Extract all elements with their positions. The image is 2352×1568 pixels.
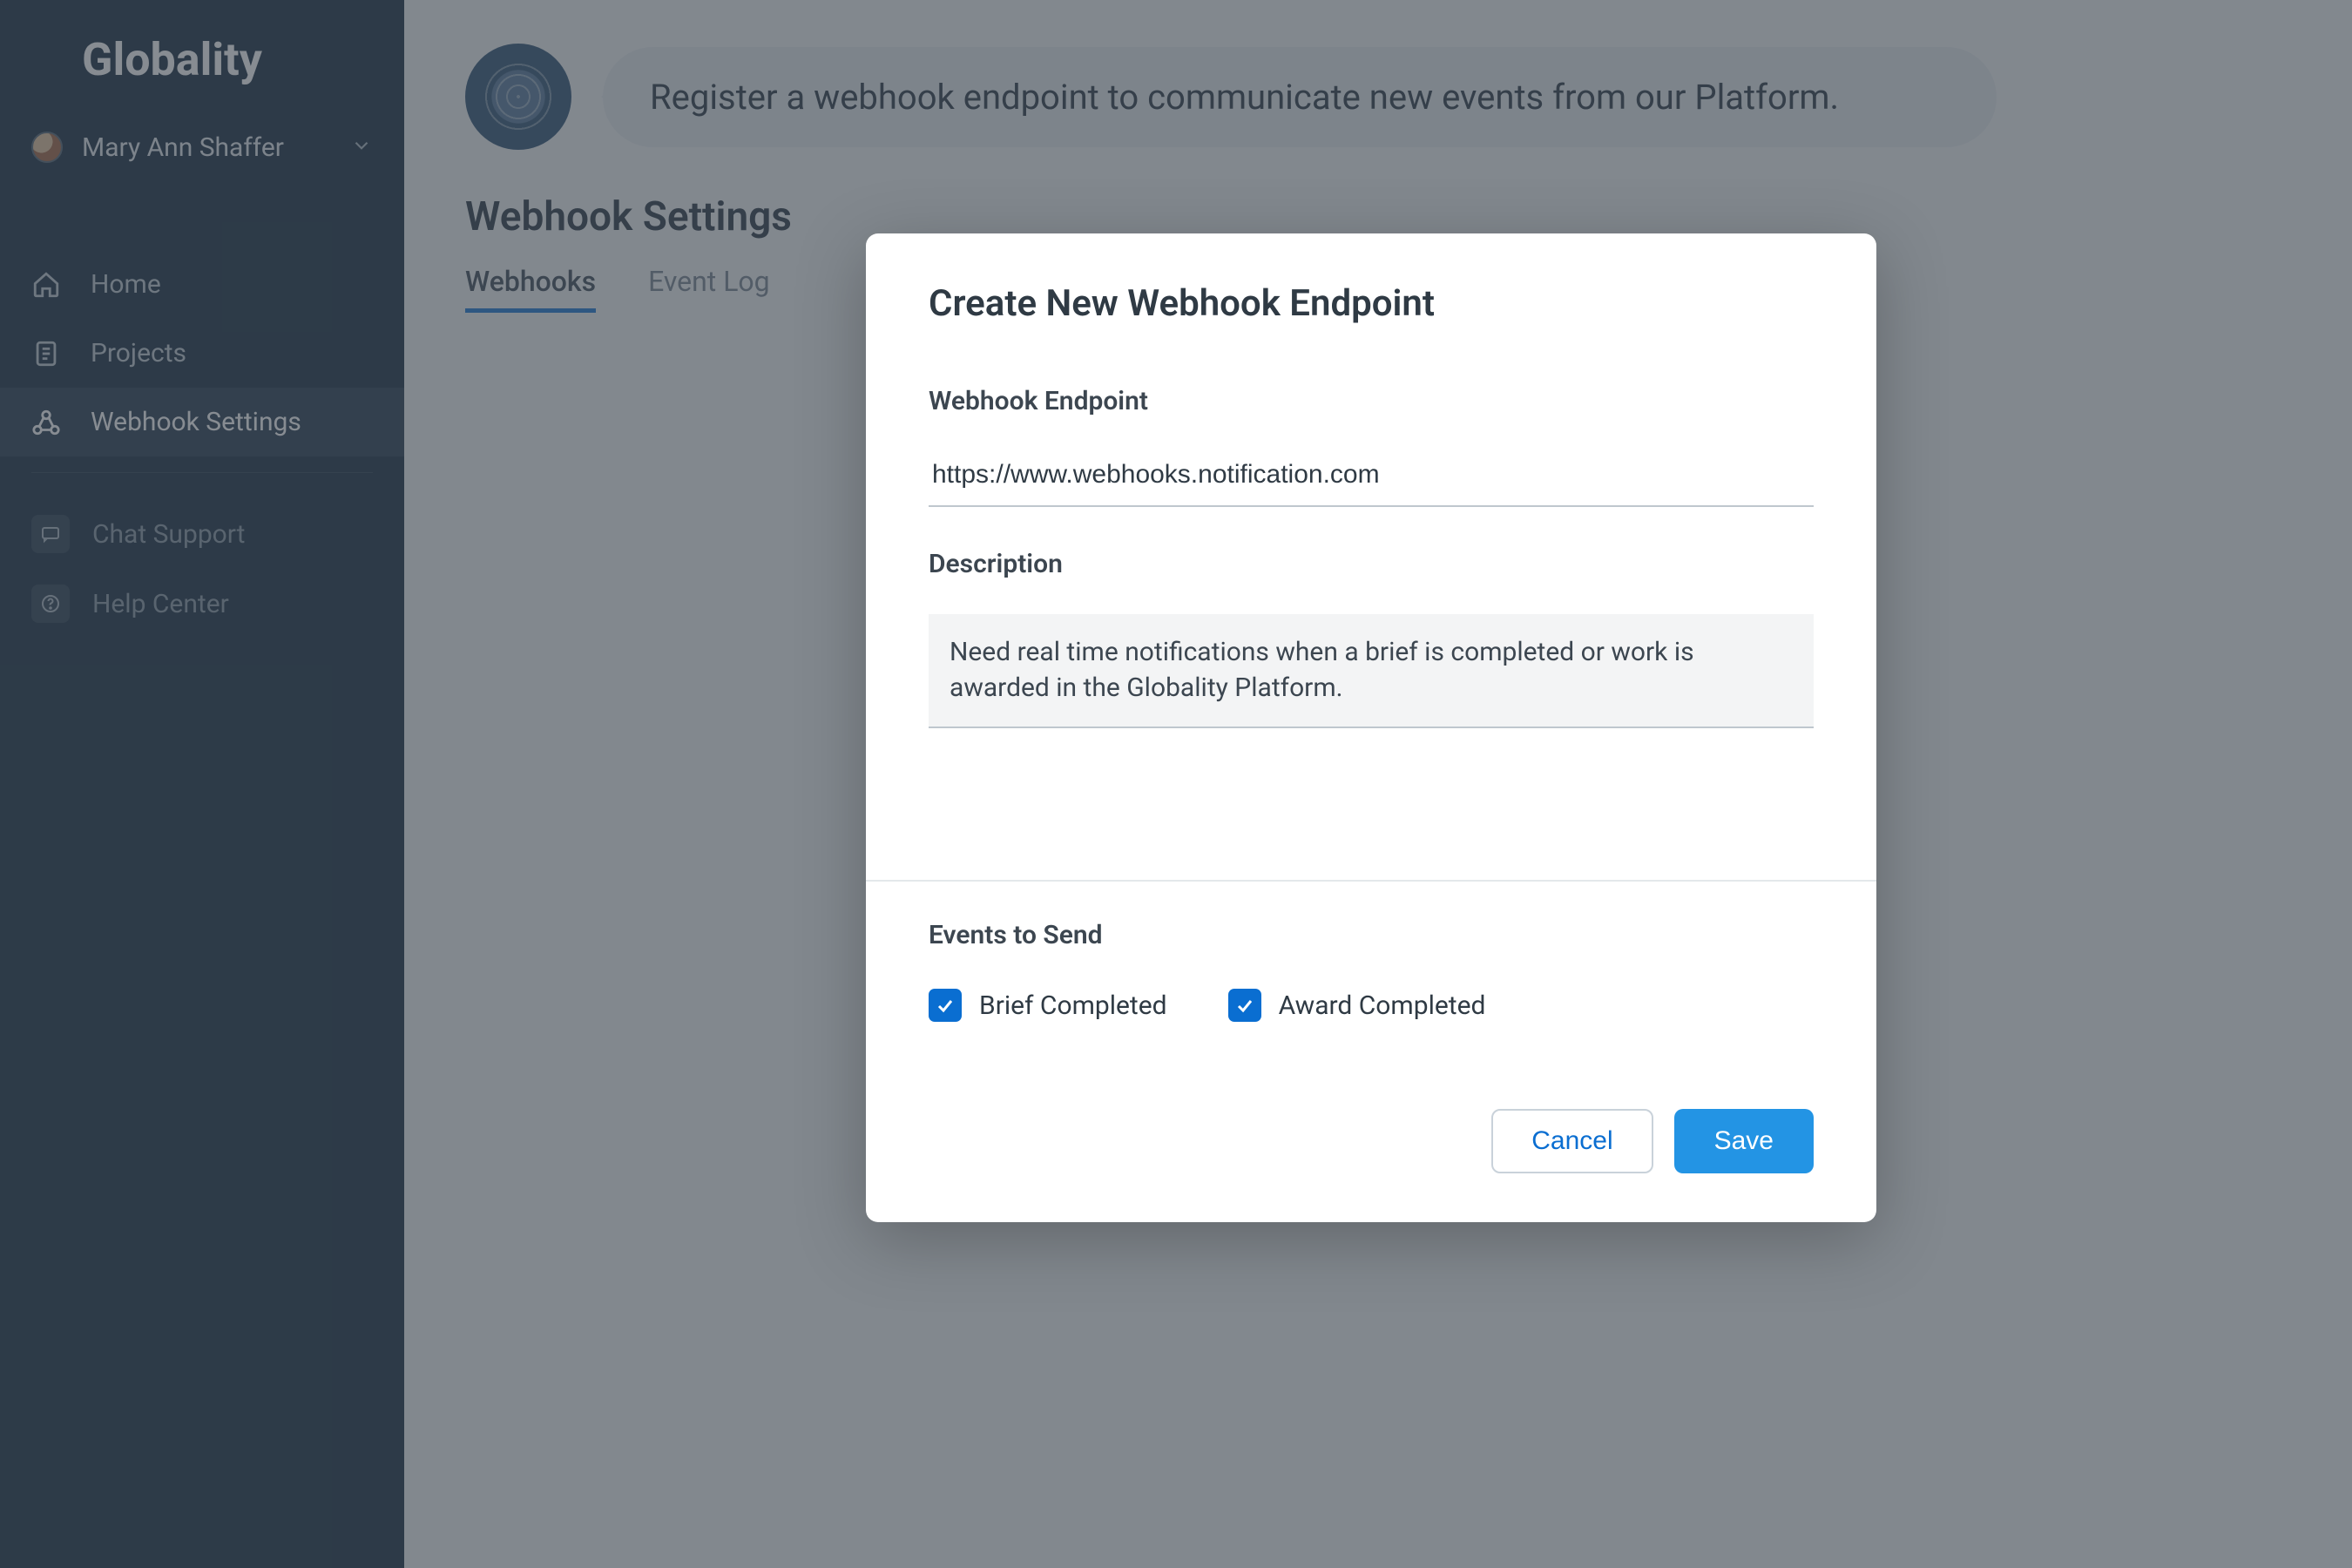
- events-label: Events to Send: [929, 920, 1814, 950]
- events-row: Brief Completed Award Completed: [929, 989, 1814, 1022]
- endpoint-label: Webhook Endpoint: [929, 386, 1814, 416]
- checkbox-label: Brief Completed: [979, 990, 1167, 1021]
- create-webhook-modal: Create New Webhook Endpoint Webhook Endp…: [866, 233, 1876, 1222]
- checkbox-label: Award Completed: [1279, 990, 1486, 1021]
- checkbox-icon: [929, 989, 962, 1022]
- checkbox-award-completed[interactable]: Award Completed: [1228, 989, 1486, 1022]
- cancel-button[interactable]: Cancel: [1491, 1109, 1652, 1173]
- checkbox-brief-completed[interactable]: Brief Completed: [929, 989, 1167, 1022]
- description-label: Description: [929, 549, 1814, 579]
- modal-title: Create New Webhook Endpoint: [929, 282, 1814, 325]
- webhook-description-input[interactable]: Need real time notifications when a brie…: [929, 614, 1814, 728]
- webhook-endpoint-input[interactable]: [929, 451, 1814, 507]
- save-button[interactable]: Save: [1674, 1109, 1814, 1173]
- checkbox-icon: [1228, 989, 1261, 1022]
- modal-actions: Cancel Save: [866, 1031, 1876, 1222]
